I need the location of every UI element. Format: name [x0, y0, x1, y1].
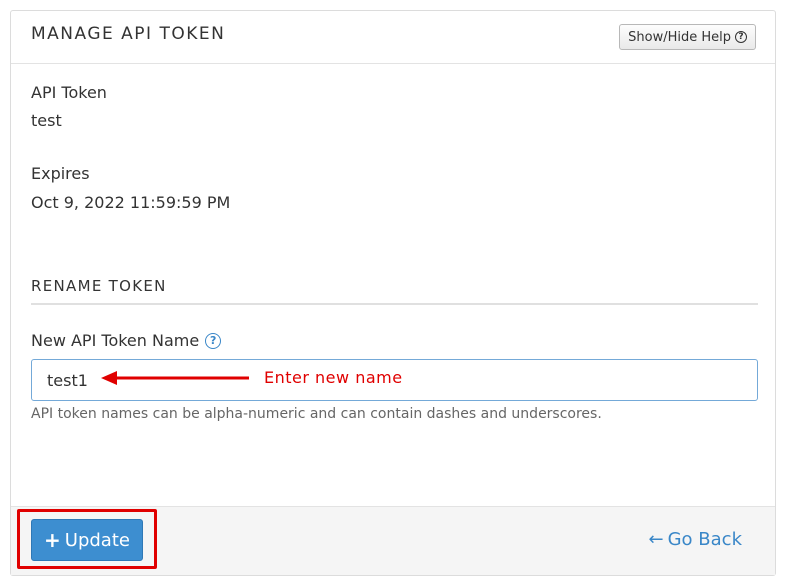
update-button[interactable]: + Update	[31, 519, 143, 561]
expires-label: Expires	[31, 164, 90, 183]
help-info-icon[interactable]: ?	[205, 332, 222, 349]
section-divider	[31, 303, 758, 305]
token-name-hint: API token names can be alpha-numeric and…	[31, 406, 602, 422]
question-circle-icon: ?	[735, 31, 747, 43]
go-back-label: Go Back	[667, 529, 742, 550]
panel-footer: + Update ← Go Back	[11, 506, 775, 575]
new-token-name-label: New API Token Name ?	[31, 331, 222, 350]
show-hide-help-button[interactable]: Show/Hide Help ?	[619, 24, 756, 50]
rename-token-section-title: RENAME TOKEN	[31, 277, 167, 295]
api-token-value: test	[31, 111, 62, 130]
help-button-label: Show/Hide Help	[628, 29, 731, 45]
plus-icon: +	[44, 528, 61, 552]
api-token-label: API Token	[31, 83, 107, 102]
update-button-label: Update	[64, 529, 130, 551]
arrow-left-icon: ←	[648, 528, 664, 550]
panel-header: MANAGE API TOKEN Show/Hide Help ?	[11, 11, 775, 64]
new-token-name-label-text: New API Token Name	[31, 331, 200, 350]
annotation-text: Enter new name	[264, 368, 403, 387]
expires-value: Oct 9, 2022 11:59:59 PM	[31, 193, 231, 212]
annotation-arrow-icon	[101, 371, 249, 385]
page-title: MANAGE API TOKEN	[31, 24, 226, 44]
manage-api-token-panel: MANAGE API TOKEN Show/Hide Help ? API To…	[10, 10, 776, 576]
go-back-link[interactable]: ← Go Back	[649, 529, 742, 550]
